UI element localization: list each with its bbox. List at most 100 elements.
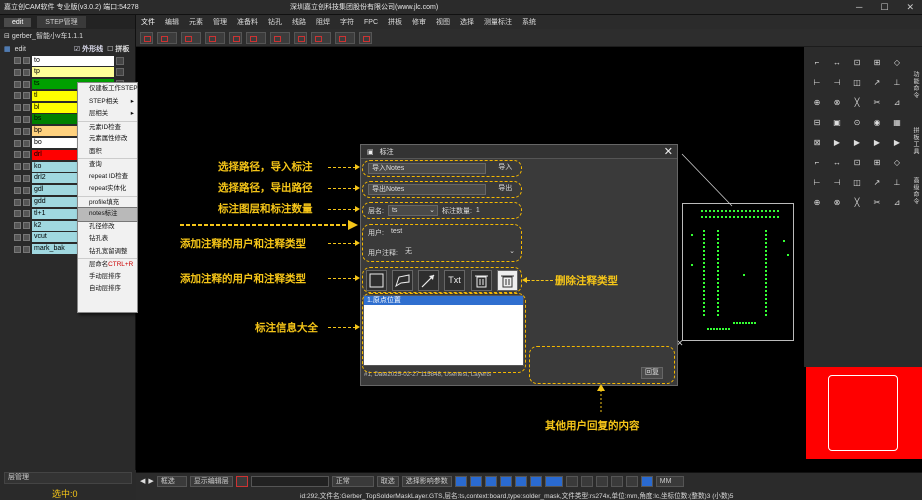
layer-visibility-checkbox[interactable] xyxy=(14,139,21,147)
unit-select[interactable]: MM xyxy=(655,475,684,487)
tab-edit[interactable]: edit xyxy=(4,17,32,27)
layer-edit-checkbox[interactable] xyxy=(23,115,30,123)
mode-select[interactable]: 框选 xyxy=(156,475,187,487)
coord-input[interactable] xyxy=(250,475,329,487)
layer-edit-checkbox[interactable] xyxy=(23,104,30,112)
layer-edit-checkbox[interactable] xyxy=(23,186,30,194)
rect-tool-icon[interactable] xyxy=(469,475,482,487)
layer-visibility-checkbox[interactable] xyxy=(14,222,21,230)
layer-visibility-checkbox[interactable] xyxy=(14,186,21,194)
toolbar-button-1[interactable] xyxy=(140,31,153,44)
right-tool-icon[interactable]: ⊠ xyxy=(810,137,824,149)
toolbar-button-5[interactable] xyxy=(229,31,242,44)
view-icon[interactable] xyxy=(640,475,653,487)
layer-visibility-checkbox[interactable] xyxy=(14,198,21,206)
right-tool-icon[interactable]: ⊞ xyxy=(870,157,884,169)
context-menu-item[interactable]: STEP相关 ▸ xyxy=(78,96,137,109)
right-tool-icon[interactable]: ⌐ xyxy=(810,57,824,69)
layer-edit-checkbox[interactable] xyxy=(23,222,30,230)
right-tool-icon[interactable]: ⌐ xyxy=(810,157,824,169)
right-tool-icon[interactable]: ◇ xyxy=(890,157,904,169)
right-tool-icon[interactable]: ↗ xyxy=(870,77,884,89)
context-menu-item[interactable]: repeat ID检查 xyxy=(78,171,137,184)
menu-item-2[interactable]: 元素 xyxy=(184,17,208,27)
layer-edit-checkbox[interactable] xyxy=(23,233,30,241)
context-menu-item[interactable]: 元素ID检查 xyxy=(78,120,137,134)
layer-edit-checkbox[interactable] xyxy=(23,68,30,76)
toolbar-button-3[interactable] xyxy=(181,31,201,44)
dialog-close-icon[interactable]: ✕ xyxy=(664,145,673,158)
context-menu-item[interactable]: 层命名CTRL+R xyxy=(78,258,137,271)
layer-visibility-checkbox[interactable] xyxy=(14,92,21,100)
menu-item-10[interactable]: 拼板 xyxy=(383,17,407,27)
right-tool-icon[interactable]: ▶ xyxy=(870,137,884,149)
right-tool-icon[interactable]: ╳ xyxy=(850,197,864,209)
menu-item-7[interactable]: 阻焊 xyxy=(311,17,335,27)
menu-item-8[interactable]: 字符 xyxy=(335,17,359,27)
pad-tool-icon[interactable] xyxy=(514,475,527,487)
toolbar-button-7[interactable] xyxy=(270,31,290,44)
focus-icon[interactable] xyxy=(235,475,248,487)
next-icon[interactable]: ▶ xyxy=(148,477,153,485)
right-tool-icon[interactable]: ↔ xyxy=(830,157,844,169)
right-tool-icon[interactable]: ◇ xyxy=(890,57,904,69)
context-menu-item[interactable]: 面积 xyxy=(78,146,137,159)
context-menu-item[interactable]: 手动层排序 xyxy=(78,271,137,284)
layer-edit-checkbox[interactable] xyxy=(23,151,30,159)
advanced-commands-label[interactable]: 高级命令 xyxy=(910,177,920,205)
panel-checkbox[interactable]: ☐ 拼板 xyxy=(107,44,129,54)
layer-visibility-checkbox[interactable] xyxy=(14,104,21,112)
snap-select[interactable]: 正常 xyxy=(331,475,374,487)
zoom-icon[interactable] xyxy=(595,475,608,487)
right-tool-icon[interactable]: ⊙ xyxy=(850,117,864,129)
layer-edit-checkbox[interactable] xyxy=(23,92,30,100)
select-params-button[interactable]: 选择影响参数 xyxy=(401,475,452,487)
step-row[interactable]: ▦ edit ☑ 外形线 ☐ 拼板 xyxy=(0,43,135,55)
context-menu-item[interactable]: 层相关 ▸ xyxy=(78,108,137,121)
right-tool-icon[interactable]: ▣ xyxy=(830,117,844,129)
layer-row[interactable]: tp xyxy=(0,67,135,78)
outline-checkbox[interactable]: ☑ 外形线 xyxy=(74,44,103,54)
right-tool-icon[interactable]: ▦ xyxy=(890,117,904,129)
snap-tool-icon[interactable] xyxy=(529,475,542,487)
layer-edit-checkbox[interactable] xyxy=(23,210,30,218)
toolbar-button-6[interactable] xyxy=(246,31,266,44)
context-menu-item[interactable]: notes标注 xyxy=(77,207,138,222)
context-menu-item[interactable]: 钻孔宽留调整 xyxy=(78,246,137,259)
layer-edit-checkbox[interactable] xyxy=(23,139,30,147)
menu-item-15[interactable]: 系统 xyxy=(517,17,541,27)
right-tool-icon[interactable]: ◫ xyxy=(850,177,864,189)
right-tool-icon[interactable]: ╳ xyxy=(850,97,864,109)
right-tool-icon[interactable]: ↗ xyxy=(870,177,884,189)
menu-item-13[interactable]: 选择 xyxy=(455,17,479,27)
right-tool-icon[interactable]: ⊕ xyxy=(810,97,824,109)
layer-visibility-checkbox[interactable] xyxy=(14,163,21,171)
layer-edit-checkbox[interactable] xyxy=(23,57,30,64)
layer-edit-checkbox[interactable] xyxy=(23,245,30,253)
layer-option-box[interactable] xyxy=(116,56,124,65)
circle-tool-icon[interactable] xyxy=(484,475,497,487)
menu-item-6[interactable]: 线路 xyxy=(287,17,311,27)
right-tool-icon[interactable]: ◉ xyxy=(870,117,884,129)
layer-visibility-checkbox[interactable] xyxy=(14,80,21,88)
toolbar-button-9[interactable] xyxy=(311,31,331,44)
right-tool-icon[interactable]: ▶ xyxy=(850,137,864,149)
layer-name[interactable]: tp xyxy=(32,67,114,78)
right-tool-icon[interactable]: ⊟ xyxy=(810,117,824,129)
right-tool-icon[interactable]: ⊡ xyxy=(850,57,864,69)
context-menu-item[interactable]: 查询 xyxy=(78,158,137,171)
layers-icon[interactable] xyxy=(625,475,638,487)
right-tool-icon[interactable]: ⊿ xyxy=(890,197,904,209)
layer-visibility-checkbox[interactable] xyxy=(14,233,21,241)
layer-visibility-checkbox[interactable] xyxy=(14,127,21,135)
ruler-icon[interactable] xyxy=(580,475,593,487)
menu-item-14[interactable]: 测量标注 xyxy=(479,17,517,27)
menu-item-1[interactable]: 编辑 xyxy=(160,17,184,27)
right-tool-icon[interactable]: ↔ xyxy=(830,57,844,69)
right-tool-icon[interactable]: ⊡ xyxy=(850,157,864,169)
context-menu-item[interactable]: 钻孔表 xyxy=(78,233,137,246)
right-tool-icon[interactable]: ⊥ xyxy=(890,177,904,189)
menu-item-11[interactable]: 修审 xyxy=(407,17,431,27)
menu-item-9[interactable]: FPC xyxy=(359,19,383,26)
context-menu-item[interactable]: 自动层排序 xyxy=(78,283,137,296)
